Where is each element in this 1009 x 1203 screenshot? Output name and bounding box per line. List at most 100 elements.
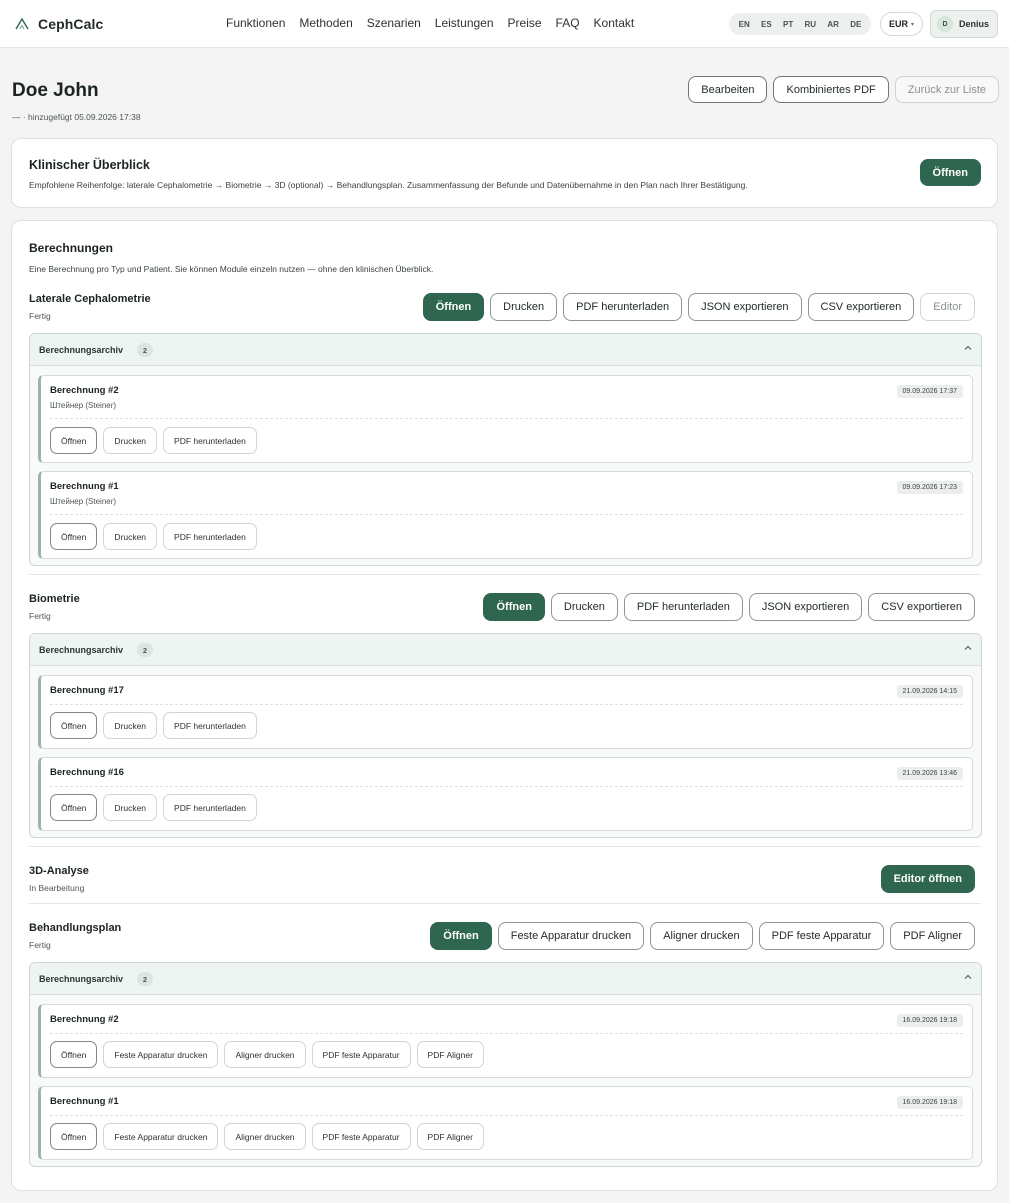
entry-date-badge: 09.09.2026 17:23 — [896, 481, 963, 494]
divider — [50, 1033, 963, 1034]
chevron-up-icon[interactable] — [963, 643, 973, 653]
entry-title: Berechnung #16 — [50, 767, 124, 778]
plan-open-button[interactable]: Öffnen — [430, 922, 492, 950]
entry-actions: Öffnen Drucken PDF herunterladen — [50, 712, 257, 739]
entry-pdf-aligner-button[interactable]: PDF Aligner — [416, 1041, 484, 1068]
plan-print-fixed-button[interactable]: Feste Apparatur drucken — [497, 922, 645, 950]
nav-faq[interactable]: FAQ — [556, 16, 580, 30]
entry-title: Berechnung #2 — [50, 1014, 119, 1025]
nav-kontakt[interactable]: Kontakt — [594, 16, 635, 30]
lang-ar[interactable]: AR — [827, 20, 839, 29]
biometrie-json-button[interactable]: JSON exportieren — [748, 593, 863, 621]
module-actions-ceph: Öffnen Drucken PDF herunterladen JSON ex… — [422, 293, 975, 321]
3d-editor-open-button[interactable]: Editor öffnen — [880, 865, 975, 893]
patient-actions: Bearbeiten Kombiniertes PDF Zurück zur L… — [688, 76, 999, 103]
plan-pdf-aligner-button[interactable]: PDF Aligner — [890, 922, 975, 950]
entry-title: Berechnung #17 — [50, 685, 124, 696]
entry-date-badge: 21.09.2026 13:46 — [896, 767, 963, 780]
entry-actions: Öffnen Drucken PDF herunterladen — [50, 427, 257, 454]
entry-open-button[interactable]: Öffnen — [50, 1123, 98, 1150]
module-title-plan: Behandlungsplan — [29, 922, 122, 934]
nav-funktionen[interactable]: Funktionen — [226, 16, 285, 30]
language-switcher: EN ES PT RU AR DE — [729, 13, 871, 35]
module-status-ceph: Fertig — [29, 311, 51, 321]
entry-method: Штейнер (Steiner) — [50, 497, 117, 506]
biometrie-open-button[interactable]: Öffnen — [483, 593, 545, 621]
entry-open-button[interactable]: Öffnen — [50, 1041, 98, 1068]
user-name: Denius — [959, 19, 990, 29]
section-divider — [29, 903, 981, 904]
edit-button[interactable]: Bearbeiten — [688, 76, 768, 103]
entry-print-aligner-button[interactable]: Aligner drucken — [224, 1041, 306, 1068]
entry-title: Berechnung #2 — [50, 385, 119, 396]
entry-open-button[interactable]: Öffnen — [50, 794, 98, 821]
nav-szenarien[interactable]: Szenarien — [367, 16, 421, 30]
patient-subtitle: — · hinzugefügt 05.09.2026 17:38 — [12, 112, 141, 122]
entry-open-button[interactable]: Öffnen — [50, 427, 98, 454]
ceph-csv-button[interactable]: CSV exportieren — [807, 293, 915, 321]
entry-pdf-button[interactable]: PDF herunterladen — [163, 523, 257, 550]
entry-pdf-fixed-button[interactable]: PDF feste Apparatur — [311, 1123, 411, 1150]
divider — [50, 1115, 963, 1116]
lang-pt[interactable]: PT — [783, 20, 793, 29]
divider — [50, 704, 963, 705]
entry-pdf-button[interactable]: PDF herunterladen — [163, 794, 257, 821]
archive-entry: Berechnung #17 21.09.2026 14:15 Öffnen D… — [38, 675, 973, 749]
ceph-json-button[interactable]: JSON exportieren — [688, 293, 802, 321]
chevron-up-icon[interactable] — [963, 343, 973, 353]
module-status-biometrie: Fertig — [29, 611, 51, 621]
top-navbar: CephCalc Funktionen Methoden Szenarien L… — [0, 0, 1009, 48]
logo-icon — [15, 17, 29, 30]
archive-header[interactable]: Berechnungsarchiv 2 — [30, 963, 981, 995]
lang-de[interactable]: DE — [850, 20, 861, 29]
entry-print-button[interactable]: Drucken — [103, 427, 158, 454]
archive-header[interactable]: Berechnungsarchiv 2 — [30, 634, 981, 666]
module-actions-biometrie: Öffnen Drucken PDF herunterladen JSON ex… — [483, 593, 975, 621]
entry-print-fixed-button[interactable]: Feste Apparatur drucken — [103, 1041, 219, 1068]
biometrie-pdf-button[interactable]: PDF herunterladen — [623, 593, 743, 621]
entry-actions: Öffnen Drucken PDF herunterladen — [50, 523, 257, 550]
entry-print-button[interactable]: Drucken — [103, 712, 158, 739]
lang-en[interactable]: EN — [739, 20, 750, 29]
user-menu[interactable]: D Denius — [930, 10, 998, 38]
entry-pdf-button[interactable]: PDF herunterladen — [163, 427, 257, 454]
entry-pdf-fixed-button[interactable]: PDF feste Apparatur — [311, 1041, 411, 1068]
entry-open-button[interactable]: Öffnen — [50, 712, 98, 739]
nav-leistungen[interactable]: Leistungen — [435, 16, 494, 30]
chevron-up-icon[interactable] — [963, 972, 973, 982]
archive-entry: Berechnung #16 21.09.2026 13:46 Öffnen D… — [38, 757, 973, 831]
nav-preise[interactable]: Preise — [508, 16, 542, 30]
lang-ru[interactable]: RU — [805, 20, 817, 29]
nav-methoden[interactable]: Methoden — [299, 16, 352, 30]
biometrie-print-button[interactable]: Drucken — [550, 593, 618, 621]
biometrie-csv-button[interactable]: CSV exportieren — [868, 593, 975, 621]
calculations-title: Berechnungen — [29, 241, 114, 255]
archive-label: Berechnungsarchiv — [39, 645, 124, 655]
logo[interactable]: CephCalc — [14, 14, 103, 34]
module-title-ceph: Laterale Cephalometrie — [29, 293, 151, 305]
entry-pdf-aligner-button[interactable]: PDF Aligner — [416, 1123, 484, 1150]
currency-value: EUR — [888, 19, 908, 29]
back-to-list-button[interactable]: Zurück zur Liste — [894, 76, 999, 103]
archive-header[interactable]: Berechnungsarchiv 2 — [30, 334, 981, 366]
calculations-description: Eine Berechnung pro Typ und Patient. Sie… — [29, 264, 434, 274]
overview-open-button[interactable]: Öffnen — [919, 159, 981, 186]
lang-es[interactable]: ES — [761, 20, 772, 29]
plan-pdf-fixed-button[interactable]: PDF feste Apparatur — [758, 922, 885, 950]
module-title-biometrie: Biometrie — [29, 593, 80, 605]
logo-text: CephCalc — [38, 16, 104, 32]
ceph-pdf-button[interactable]: PDF herunterladen — [563, 293, 683, 321]
combined-pdf-button[interactable]: Kombiniertes PDF — [773, 76, 889, 103]
entry-print-fixed-button[interactable]: Feste Apparatur drucken — [103, 1123, 219, 1150]
ceph-open-button[interactable]: Öffnen — [422, 293, 485, 321]
entry-print-button[interactable]: Drucken — [103, 794, 158, 821]
entry-pdf-button[interactable]: PDF herunterladen — [163, 712, 257, 739]
entry-open-button[interactable]: Öffnen — [50, 523, 98, 550]
ceph-editor-button[interactable]: Editor — [920, 293, 975, 321]
entry-print-button[interactable]: Drucken — [103, 523, 158, 550]
module-actions-3d: Editor öffnen — [880, 865, 975, 893]
plan-print-aligner-button[interactable]: Aligner drucken — [650, 922, 753, 950]
ceph-print-button[interactable]: Drucken — [490, 293, 558, 321]
entry-print-aligner-button[interactable]: Aligner drucken — [224, 1123, 306, 1150]
currency-select[interactable]: EUR ▾ — [880, 12, 923, 36]
